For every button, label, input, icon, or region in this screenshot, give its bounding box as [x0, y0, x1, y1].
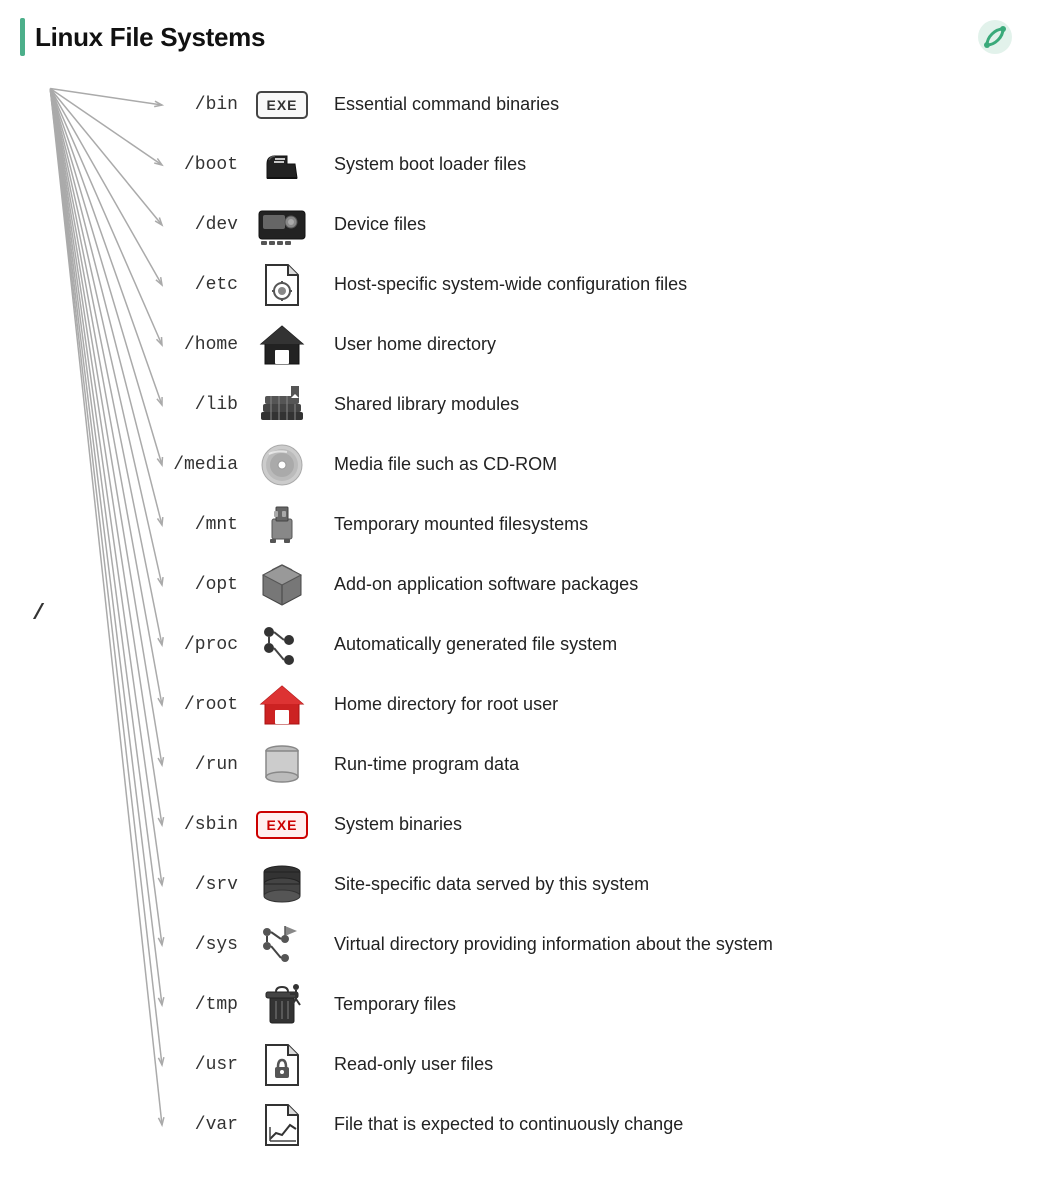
- fs-path-label: /srv: [160, 875, 250, 895]
- fs-path-label: /dev: [160, 215, 250, 235]
- fs-description: Temporary mounted filesystems: [314, 513, 588, 536]
- root-label: /: [32, 601, 45, 626]
- fs-path-label: /root: [160, 695, 250, 715]
- page-title: Linux File Systems: [35, 22, 265, 53]
- fs-description: Add-on application software packages: [314, 573, 638, 596]
- fs-path-label: /sbin: [160, 815, 250, 835]
- fs-path-label: /mnt: [160, 515, 250, 535]
- fs-path-label: /media: [160, 455, 250, 475]
- fs-icon-sys: [250, 918, 314, 972]
- fs-description: Home directory for root user: [314, 693, 558, 716]
- fs-icon-proc: [250, 618, 314, 672]
- filesystem-row: /sys Virtual directory providing informa…: [160, 916, 1051, 974]
- filesystem-row: /var File that is expected to continuous…: [160, 1096, 1051, 1154]
- fs-path-label: /opt: [160, 575, 250, 595]
- header: Linux File Systems: [0, 0, 1051, 66]
- fs-icon-etc: [250, 258, 314, 312]
- fs-path-label: /tmp: [160, 995, 250, 1015]
- fs-icon-exe: EXE: [250, 78, 314, 132]
- fs-description: User home directory: [314, 333, 496, 356]
- filesystem-row: /binEXEEssential command binaries: [160, 76, 1051, 134]
- fs-path-label: /sys: [160, 935, 250, 955]
- fs-description: Host-specific system-wide configuration …: [314, 273, 687, 296]
- fs-icon-dev: [250, 198, 314, 252]
- fs-path-label: /proc: [160, 635, 250, 655]
- fs-description: File that is expected to continuously ch…: [314, 1113, 683, 1136]
- filesystem-row: /opt Add-on application software package…: [160, 556, 1051, 614]
- fs-path-label: /lib: [160, 395, 250, 415]
- header-left: Linux File Systems: [20, 18, 265, 56]
- filesystem-row: /sbin EXE System binaries: [160, 796, 1051, 854]
- filesystem-row: /etc Host-specific system-wide configura…: [160, 256, 1051, 314]
- fs-description: System boot loader files: [314, 153, 526, 176]
- fs-description: Shared library modules: [314, 393, 519, 416]
- rows-container: /binEXEEssential command binaries/boot S…: [160, 76, 1051, 1154]
- fs-icon-media: [250, 438, 314, 492]
- fs-description: Virtual directory providing information …: [314, 933, 773, 956]
- filesystem-row: /lib Shared library modules: [160, 376, 1051, 434]
- fs-icon-srv: [250, 858, 314, 912]
- header-accent-bar: [20, 18, 25, 56]
- diagram: / /binEXEEssential command binaries/boot…: [0, 66, 1051, 1176]
- fs-icon-var: [250, 1098, 314, 1152]
- fs-description: Run-time program data: [314, 753, 519, 776]
- fs-path-label: /etc: [160, 275, 250, 295]
- fs-icon-opt: [250, 558, 314, 612]
- fs-description: Read-only user files: [314, 1053, 493, 1076]
- filesystem-row: /usr Read-only user files: [160, 1036, 1051, 1094]
- filesystem-row: /root Home directory for root user: [160, 676, 1051, 734]
- filesystem-row: /mnt Temporary mounted filesystems: [160, 496, 1051, 554]
- filesystem-row: /boot System boot loader files: [160, 136, 1051, 194]
- filesystem-row: /dev Device files: [160, 196, 1051, 254]
- filesystem-row: /srv Site-specific data served by this s…: [160, 856, 1051, 914]
- fs-description: Temporary files: [314, 993, 456, 1016]
- brand-logo-icon: [977, 19, 1013, 55]
- fs-icon-tmp: [250, 978, 314, 1032]
- fs-description: Media file such as CD-ROM: [314, 453, 557, 476]
- filesystem-row: /run Run-time program data: [160, 736, 1051, 794]
- fs-icon-mnt: [250, 498, 314, 552]
- fs-description: Automatically generated file system: [314, 633, 617, 656]
- fs-icon-root-home: [250, 678, 314, 732]
- filesystem-row: /tmp Temporary files: [160, 976, 1051, 1034]
- fs-icon-lib: [250, 378, 314, 432]
- fs-icon-usr: [250, 1038, 314, 1092]
- fs-path-label: /var: [160, 1115, 250, 1135]
- fs-path-label: /usr: [160, 1055, 250, 1075]
- fs-description: System binaries: [314, 813, 462, 836]
- brand: [977, 19, 1021, 55]
- fs-path-label: /bin: [160, 95, 250, 115]
- fs-icon-boot: [250, 138, 314, 192]
- fs-icon-run: [250, 738, 314, 792]
- fs-description: Essential command binaries: [314, 93, 559, 116]
- fs-icon-sbin: EXE: [250, 798, 314, 852]
- fs-description: Device files: [314, 213, 426, 236]
- fs-path-label: /boot: [160, 155, 250, 175]
- fs-path-label: /run: [160, 755, 250, 775]
- fs-path-label: /home: [160, 335, 250, 355]
- fs-description: Site-specific data served by this system: [314, 873, 649, 896]
- filesystem-row: /home User home directory: [160, 316, 1051, 374]
- fs-icon-home: [250, 318, 314, 372]
- filesystem-row: /proc Automatically generated file syste…: [160, 616, 1051, 674]
- filesystem-row: /media Media file such as CD-ROM: [160, 436, 1051, 494]
